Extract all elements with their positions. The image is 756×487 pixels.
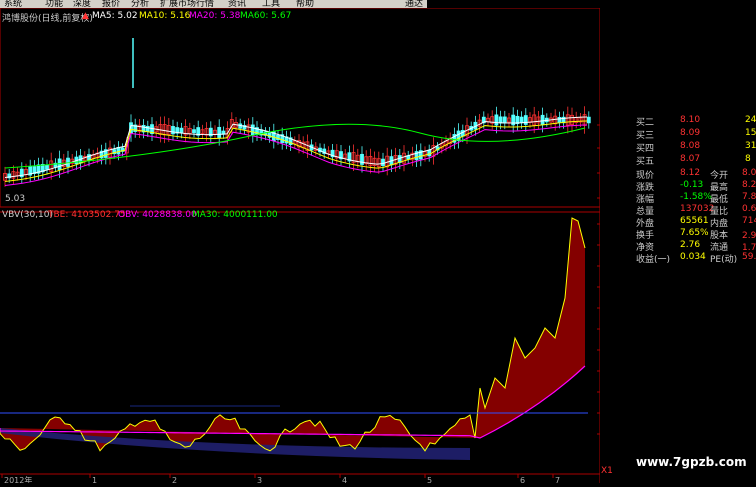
menu-right-label: 通达 — [405, 0, 424, 8]
bid-row: 买五 8.07 8 — [600, 154, 756, 167]
price-panel — [0, 8, 600, 208]
stat-value: 8.0 — [742, 168, 756, 178]
candle-body — [586, 116, 591, 124]
stat-row: 外盘65561内盘7147 — [600, 216, 756, 229]
quote-panel: 买二 8.10 24 买三 8.09 15 买四 8.08 31 买五 8.07 8 现价 8.12 今开 8… — [600, 113, 756, 265]
menu-item-0[interactable]: 系统 — [4, 0, 22, 8]
candle-body — [171, 126, 175, 135]
date-tick-label: 2012年 — [4, 475, 32, 483]
date-tick-label: 2 — [172, 476, 177, 483]
stat-label: 收益(一) — [636, 255, 671, 265]
stat-row: 收益(一) 0.034 PE(动) 59. — [600, 252, 756, 265]
stat-value: 7147 — [742, 216, 756, 226]
candle-body — [557, 116, 562, 124]
bid-label: 买二 — [636, 118, 655, 128]
stat-value: 8.2 — [742, 180, 756, 190]
kline-chart-area[interactable]: 6.506.005.505.00 50000490004800047000460… — [0, 8, 600, 483]
stat-value: 65561 — [680, 216, 709, 226]
candle-body — [540, 114, 545, 126]
candle-body — [494, 114, 499, 126]
candle-body — [381, 158, 385, 167]
bid-volume: 24 — [745, 115, 756, 125]
candle-body — [250, 124, 255, 136]
candle-body — [498, 116, 503, 124]
bid-row: 买二 8.10 24 — [600, 115, 756, 128]
ma30-label: MA30: 4000111.00 — [192, 210, 278, 220]
bid-price: 8.07 — [680, 154, 701, 164]
bid-price: 8.09 — [680, 128, 701, 138]
stat-value: -0.13 — [680, 180, 704, 190]
stat-row: 涨跌 -0.13 最高 8.2 — [600, 180, 756, 193]
ma10-label: MA10: 5.16 — [139, 11, 191, 21]
vbv-scale-label: X1 — [601, 466, 613, 476]
date-tick-label: 3 — [257, 476, 262, 483]
bid-price: 8.08 — [680, 141, 701, 151]
watermark: www.7gpzb.com — [636, 455, 747, 469]
stat-value: 0.6 — [742, 204, 756, 214]
menu-bar: 系统 功能 深度 报价 分析 扩展市场行情 资讯 工具 帮助 通达 — [0, 0, 427, 8]
menu-item-4[interactable]: 分析 — [131, 0, 149, 8]
candle-body — [217, 126, 222, 138]
menu-item-5[interactable]: 扩展市场行情 — [160, 0, 214, 8]
candle-body — [502, 116, 507, 124]
menu-item-3[interactable]: 报价 — [102, 0, 120, 8]
date-tick-label: 4 — [342, 476, 347, 483]
candle-body — [45, 164, 49, 170]
bid-volume: 31 — [745, 141, 756, 151]
obv-label: OBV: 4028838.00 — [118, 210, 197, 220]
candle-body — [145, 125, 150, 132]
candle-body — [519, 116, 524, 124]
tbe-fill-area — [0, 218, 585, 451]
bid-label: 买四 — [636, 144, 655, 154]
menu-item-2[interactable]: 深度 — [73, 0, 91, 8]
low-price-label: 5.03 — [5, 194, 26, 204]
ma20-label: MA20: 5.38 — [189, 11, 241, 21]
stat-value: 8.12 — [680, 168, 701, 178]
stat-label: PE(动) — [710, 255, 738, 265]
vbv-title: VBV(30,10) — [2, 210, 53, 220]
date-tick-label: 5 — [427, 476, 432, 483]
bid-volume: 8 — [745, 154, 751, 164]
candle-body — [523, 115, 528, 125]
ma60-label: MA60: 5.67 — [240, 11, 292, 21]
bid-label: 买五 — [636, 157, 655, 167]
stat-value: 0.034 — [680, 252, 706, 262]
stat-value: 7.65% — [680, 228, 709, 238]
stat-value: 59. — [742, 252, 756, 262]
stat-row: 总量 137032 量比 0.6 — [600, 204, 756, 217]
date-tick-label: 1 — [92, 476, 97, 483]
menu-item-7[interactable]: 工具 — [262, 0, 280, 8]
stock-title: 鸿博股份(日线,前复权) — [2, 14, 93, 24]
bid-volume: 15 — [745, 128, 756, 138]
stat-row: 涨幅 -1.58% 最低 7.8 — [600, 192, 756, 205]
candle-body — [179, 127, 184, 134]
stat-value: 7.8 — [742, 192, 756, 202]
bid-label: 买三 — [636, 131, 655, 141]
tbe-label: TBE: 4103502.75 — [48, 210, 126, 220]
stat-row: 现价 8.12 今开 8.0 — [600, 168, 756, 181]
stat-row: 换手7.65%股本2.98亿 — [600, 228, 756, 241]
menu-item-6[interactable]: 资讯 — [228, 0, 246, 8]
candle-body — [360, 153, 364, 165]
date-tick-label: 7 — [555, 476, 560, 483]
ma5-label: MA5: 5.02 — [92, 11, 138, 21]
stat-value: 2.76 — [680, 240, 701, 250]
date-tick-label: 6 — [520, 476, 525, 483]
stat-row: 净资2.76流通1.79亿 — [600, 240, 756, 253]
menu-item-8[interactable]: 帮助 — [296, 0, 314, 8]
bid-row: 买四 8.08 31 — [600, 141, 756, 154]
bid-price: 8.10 — [680, 115, 701, 125]
menu-item-1[interactable]: 功能 — [45, 0, 63, 8]
candle-body — [192, 129, 196, 134]
stat-value: -1.58% — [680, 192, 712, 202]
ma5-icon: ▲ — [82, 11, 89, 21]
bid-row: 买三 8.09 15 — [600, 128, 756, 141]
